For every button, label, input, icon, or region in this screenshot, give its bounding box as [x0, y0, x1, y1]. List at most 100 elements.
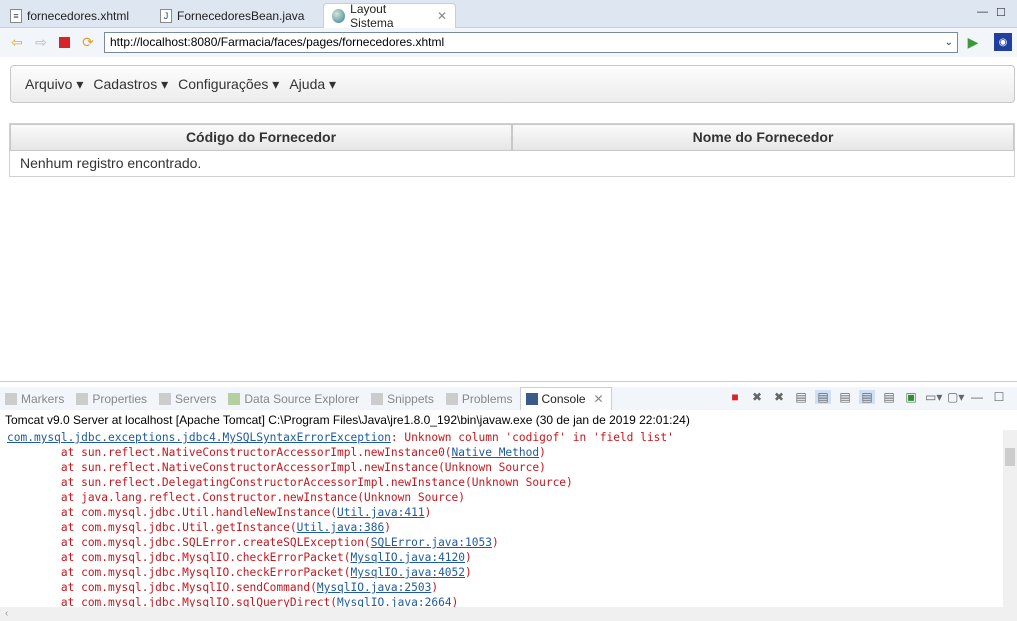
tab-fornecedores-xhtml[interactable]: ≡ fornecedores.xhtml [2, 3, 137, 28]
stack-trace-link[interactable]: MysqlIO.java:2503 [317, 581, 432, 594]
console-text: ) [465, 551, 472, 564]
console-line: at com.mysql.jdbc.Util.getInstance(Util.… [7, 520, 1003, 535]
tab-console[interactable]: Console ✕ [519, 387, 612, 410]
menu-ajuda[interactable]: Ajuda ▾ [289, 76, 336, 93]
console-header: Tomcat v9.0 Server at localhost [Apache … [5, 413, 690, 427]
remove-all-icon[interactable]: ✖ [771, 390, 787, 404]
empty-message: Nenhum registro encontrado. [20, 155, 202, 171]
fornecedores-table: Código do Fornecedor Nome do Fornecedor … [9, 123, 1015, 177]
console-text: at com.mysql.jdbc.MysqlIO.sendCommand( [7, 581, 317, 594]
horizontal-scrollbar[interactable]: ‹ [0, 607, 1017, 621]
tab-fornecedores-bean[interactable]: J FornecedoresBean.java [152, 3, 312, 28]
show-stderr-icon[interactable]: ▤ [881, 390, 897, 404]
console-line: at java.lang.reflect.Constructor.newInst… [7, 490, 1003, 505]
problems-icon [445, 392, 458, 405]
console-text: at java.lang.reflect.Constructor.newInst… [7, 491, 466, 504]
console-output[interactable]: com.mysql.jdbc.exceptions.jdbc4.MySQLSyn… [0, 430, 1003, 607]
console-text: ) [431, 581, 439, 594]
servers-icon [159, 392, 172, 405]
console-text: ) [491, 536, 499, 549]
menu-configuracoes[interactable]: Configurações ▾ [178, 76, 279, 93]
console-line: at sun.reflect.NativeConstructorAccessor… [7, 460, 1003, 475]
eclipse-icon[interactable]: ◉ [994, 33, 1012, 51]
globe-icon [332, 9, 346, 23]
display-console-icon[interactable]: ▭▾ [925, 390, 942, 404]
remove-launch-icon[interactable]: ✖ [749, 390, 765, 404]
console-line: at sun.reflect.NativeConstructorAccessor… [7, 445, 1003, 460]
scroll-lock-icon[interactable]: ▤ [815, 390, 831, 404]
console-line: at com.mysql.jdbc.Util.handleNewInstance… [7, 505, 1003, 520]
console-text: ) [465, 566, 472, 579]
menu-arquivo[interactable]: Arquivo ▾ [25, 76, 83, 93]
pin-console-icon[interactable]: ▣ [903, 390, 919, 404]
tab-data-source-explorer[interactable]: Data Source Explorer [223, 387, 366, 410]
console-line: at sun.reflect.DelegatingConstructorAcce… [7, 475, 1003, 490]
stack-trace-link[interactable]: Util.java:411 [337, 506, 425, 519]
minimize-button[interactable]: — [969, 390, 985, 404]
console-actions: ■ ✖ ✖ ▤ ▤ ▤ ▤ ▤ ▣ ▭▾ ▢▾ — ☐ [727, 390, 1007, 404]
go-button[interactable]: ▶ [964, 33, 982, 51]
tab-properties[interactable]: Properties [71, 387, 154, 410]
console-text: ) [424, 506, 432, 519]
chevron-down-icon[interactable]: ⌄ [945, 33, 953, 52]
console-text: ) [539, 446, 546, 459]
tab-snippets[interactable]: Snippets [366, 387, 441, 410]
maximize-button[interactable]: ☐ [996, 6, 1006, 19]
tab-problems[interactable]: Problems [441, 387, 520, 410]
stack-trace-link[interactable]: MysqlIO.java:4052 [351, 566, 466, 579]
stack-trace-link[interactable]: com.mysql.jdbc.exceptions.jdbc4.MySQLSyn… [7, 431, 391, 444]
browser-content: Arquivo ▾ Cadastros ▾ Configurações ▾ Aj… [0, 57, 1017, 382]
console-text: at com.mysql.jdbc.Util.getInstance( [7, 521, 297, 534]
clear-console-icon[interactable]: ▤ [793, 390, 809, 404]
close-icon[interactable]: ✕ [594, 392, 604, 406]
open-console-icon[interactable]: ▢▾ [947, 390, 964, 404]
vertical-scrollbar[interactable] [1003, 430, 1017, 607]
stack-trace-link[interactable]: MysqlIO.java:4120 [351, 551, 466, 564]
close-icon[interactable]: ✕ [437, 9, 447, 23]
maximize-button[interactable]: ☐ [991, 390, 1007, 404]
stack-trace-link[interactable]: MysqlIO.java:2664 [337, 596, 452, 607]
console-line: at com.mysql.jdbc.MysqlIO.checkErrorPack… [7, 550, 1003, 565]
console-text: at sun.reflect.DelegatingConstructorAcce… [7, 476, 573, 489]
browser-toolbar: ⇦ ⇨ ⟳ http://localhost:8080/Farmacia/fac… [0, 28, 1017, 57]
url-input[interactable]: http://localhost:8080/Farmacia/faces/pag… [104, 32, 958, 53]
editor-tab-bar: ≡ fornecedores.xhtml J FornecedoresBean.ja… [0, 0, 1017, 30]
menubar: Arquivo ▾ Cadastros ▾ Configurações ▾ Aj… [10, 65, 1015, 103]
stack-trace-link[interactable]: Util.java:386 [297, 521, 385, 534]
console-text: at com.mysql.jdbc.MysqlIO.checkErrorPack… [7, 566, 351, 579]
console-text: ) [384, 521, 391, 534]
console-text: at sun.reflect.NativeConstructorAccessor… [7, 461, 546, 474]
stack-trace-link[interactable]: Native Method [452, 446, 540, 459]
show-stdout-icon[interactable]: ▤ [859, 390, 875, 404]
tab-markers[interactable]: Markers [0, 387, 71, 410]
console-text: at sun.reflect.NativeConstructorAccessor… [7, 446, 452, 459]
column-header-codigo[interactable]: Código do Fornecedor [10, 124, 512, 151]
stop-button[interactable] [55, 33, 73, 51]
word-wrap-icon[interactable]: ▤ [837, 390, 853, 404]
console-text: : Unknown column 'codigof' in 'field lis… [390, 431, 674, 444]
stack-trace-link[interactable]: SQLError.java:1053 [371, 536, 492, 549]
tab-layout-sistema[interactable]: Layout Sistema ✕ [323, 2, 456, 30]
markers-icon [5, 392, 17, 405]
properties-icon [76, 392, 89, 405]
forward-button[interactable]: ⇨ [32, 33, 50, 51]
file-icon: ≡ [10, 8, 22, 23]
console-line: at com.mysql.jdbc.MysqlIO.checkErrorPack… [7, 565, 1003, 580]
java-file-icon: J [160, 8, 172, 23]
console-text: ) [451, 596, 459, 607]
console-line: com.mysql.jdbc.exceptions.jdbc4.MySQLSyn… [7, 430, 1003, 445]
terminate-icon[interactable]: ■ [727, 390, 743, 404]
console-text: at com.mysql.jdbc.SQLError.createSQLExce… [7, 536, 371, 549]
back-button[interactable]: ⇦ [8, 33, 26, 51]
console-line: at com.mysql.jdbc.SQLError.createSQLExce… [7, 535, 1003, 550]
minimize-button[interactable]: — [977, 6, 988, 18]
console-icon [525, 393, 538, 405]
scrollbar-thumb[interactable] [1005, 448, 1015, 466]
refresh-button[interactable]: ⟳ [79, 33, 97, 51]
tab-servers[interactable]: Servers [154, 387, 223, 410]
database-icon [228, 392, 241, 405]
console-text: at com.mysql.jdbc.MysqlIO.checkErrorPack… [7, 551, 351, 564]
menu-cadastros[interactable]: Cadastros ▾ [93, 76, 168, 93]
console-text: at com.mysql.jdbc.MysqlIO.sqlQueryDirect… [7, 596, 338, 607]
column-header-nome[interactable]: Nome do Fornecedor [512, 124, 1014, 151]
